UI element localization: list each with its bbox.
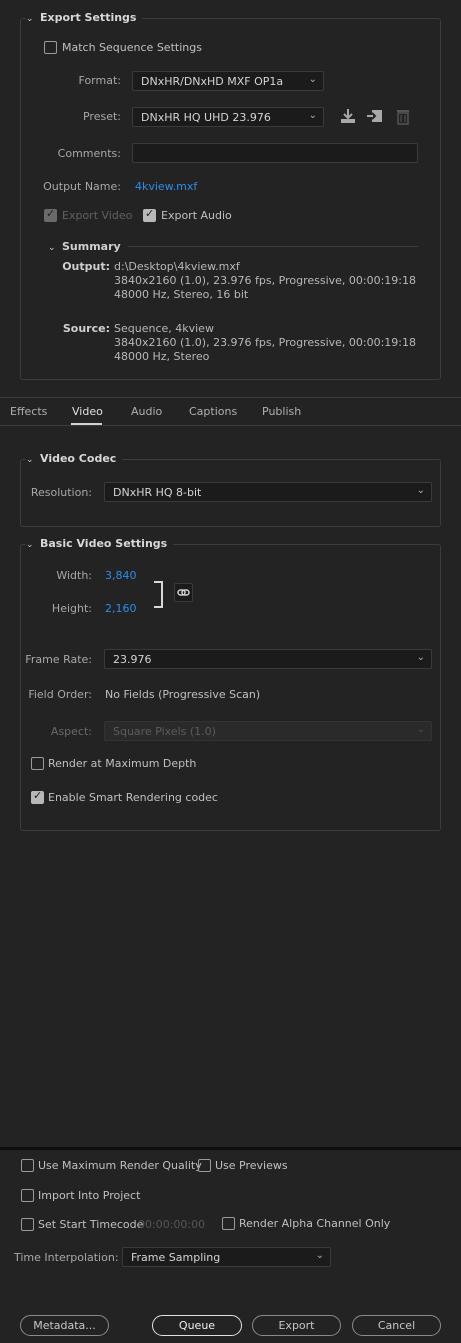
tab-effects[interactable]: Effects bbox=[10, 405, 47, 418]
export-video-checkbox[interactable] bbox=[44, 207, 57, 222]
tab-captions[interactable]: Captions bbox=[189, 405, 237, 418]
summary-header[interactable]: ⌄ Summary bbox=[48, 240, 121, 253]
import-project-label: Import Into Project bbox=[38, 1189, 141, 1202]
chevron-down-icon: ⌄ bbox=[48, 243, 56, 253]
summary-output-key: Output: bbox=[62, 260, 110, 273]
summary-output-line-1: d:\Desktop\4kview.mxf bbox=[114, 260, 240, 273]
aspect-value: Square Pixels (1.0) bbox=[113, 725, 216, 738]
aspect-label: Aspect: bbox=[50, 725, 92, 738]
summary-output-line-2: 3840x2160 (1.0), 23.976 fps, Progressive… bbox=[114, 274, 417, 287]
frame-rate-value: 23.976 bbox=[113, 653, 152, 666]
format-dropdown[interactable]: DNxHR/DNxHD MXF OP1a ⌄ bbox=[132, 71, 324, 91]
aspect-dropdown[interactable]: Square Pixels (1.0) ⌄ bbox=[104, 721, 432, 741]
render-max-depth-label: Render at Maximum Depth bbox=[48, 757, 197, 770]
video-codec-header[interactable]: ⌄ Video Codec bbox=[26, 452, 123, 465]
resolution-dropdown[interactable]: DNxHR HQ 8-bit ⌄ bbox=[104, 482, 432, 502]
tab-bar-bottom-divider bbox=[0, 425, 461, 426]
summary-divider bbox=[128, 246, 418, 247]
video-codec-title: Video Codec bbox=[40, 452, 117, 465]
import-icon[interactable] bbox=[366, 107, 384, 129]
metadata-button[interactable]: Metadata... bbox=[20, 1315, 109, 1336]
match-sequence-checkbox[interactable] bbox=[44, 41, 57, 54]
import-project-checkbox[interactable] bbox=[21, 1189, 34, 1202]
tab-publish[interactable]: Publish bbox=[262, 405, 301, 418]
basic-video-header[interactable]: ⌄ Basic Video Settings bbox=[26, 537, 174, 550]
max-render-quality-checkbox[interactable] bbox=[21, 1159, 34, 1172]
tab-bar-top-divider bbox=[0, 397, 461, 398]
cancel-button[interactable]: Cancel bbox=[352, 1315, 441, 1336]
export-settings-title: Export Settings bbox=[40, 11, 137, 24]
height-value[interactable]: 2,160 bbox=[105, 602, 137, 615]
resolution-label: Resolution: bbox=[30, 486, 92, 499]
export-settings-header[interactable]: ⌄ Export Settings bbox=[26, 11, 143, 24]
export-button[interactable]: Export bbox=[252, 1315, 341, 1336]
summary-output-line-3: 48000 Hz, Stereo, 16 bit bbox=[114, 288, 249, 301]
queue-button[interactable]: Queue bbox=[152, 1315, 242, 1336]
chevron-down-icon: ⌄ bbox=[26, 540, 34, 550]
time-interp-dropdown[interactable]: Frame Sampling ⌄ bbox=[122, 1247, 331, 1267]
start-timecode-checkbox[interactable] bbox=[21, 1218, 34, 1231]
render-max-depth-checkbox[interactable] bbox=[31, 757, 44, 770]
match-sequence-label: Match Sequence Settings bbox=[62, 41, 202, 54]
chevron-down-icon: ⌄ bbox=[416, 652, 425, 663]
chevron-down-icon: ⌄ bbox=[26, 455, 34, 465]
comments-field[interactable] bbox=[132, 143, 418, 163]
frame-rate-label: Frame Rate: bbox=[25, 653, 92, 666]
chevron-down-icon: ⌄ bbox=[308, 74, 317, 85]
time-interp-label: Time Interpolation: bbox=[14, 1251, 119, 1264]
export-audio-label: Export Audio bbox=[161, 209, 232, 222]
max-render-quality-label: Use Maximum Render Quality bbox=[38, 1159, 202, 1172]
tab-audio[interactable]: Audio bbox=[131, 405, 162, 418]
chevron-down-icon: ⌄ bbox=[416, 485, 425, 496]
preset-label: Preset: bbox=[82, 110, 121, 123]
time-interp-value: Frame Sampling bbox=[131, 1251, 221, 1264]
chevron-down-icon: ⌄ bbox=[315, 1250, 324, 1261]
export-audio-checkbox[interactable] bbox=[143, 207, 156, 222]
trash-icon[interactable] bbox=[395, 107, 411, 129]
chevron-down-icon: ⌄ bbox=[416, 724, 425, 735]
smart-rendering-checkbox[interactable] bbox=[31, 789, 44, 804]
use-previews-checkbox[interactable] bbox=[198, 1159, 211, 1172]
preset-value: DNxHR HQ UHD 23.976 bbox=[141, 111, 271, 124]
start-timecode-value[interactable]: 00:00:00:00 bbox=[138, 1218, 205, 1231]
comments-label: Comments: bbox=[57, 147, 121, 160]
export-video-label: Export Video bbox=[62, 209, 133, 222]
format-value: DNxHR/DNxHD MXF OP1a bbox=[141, 75, 284, 88]
preset-dropdown[interactable]: DNxHR HQ UHD 23.976 ⌄ bbox=[132, 107, 324, 127]
alpha-only-checkbox[interactable] bbox=[222, 1217, 235, 1230]
summary-source-key: Source: bbox=[62, 322, 110, 335]
summary-source-line-2: 3840x2160 (1.0), 23.976 fps, Progressive… bbox=[114, 336, 417, 349]
chevron-down-icon: ⌄ bbox=[26, 14, 34, 24]
alpha-only-label: Render Alpha Channel Only bbox=[239, 1217, 391, 1230]
resolution-value: DNxHR HQ 8-bit bbox=[113, 486, 202, 499]
bottom-panel-divider bbox=[0, 1147, 461, 1150]
summary-source-line-3: 48000 Hz, Stereo bbox=[114, 350, 210, 363]
link-chain-icon[interactable] bbox=[174, 583, 193, 602]
summary-source-line-1: Sequence, 4kview bbox=[114, 322, 214, 335]
width-value[interactable]: 3,840 bbox=[105, 569, 137, 582]
start-timecode-label: Set Start Timecode bbox=[38, 1218, 144, 1231]
basic-video-title: Basic Video Settings bbox=[40, 537, 168, 550]
width-label: Width: bbox=[56, 569, 92, 582]
output-name-link[interactable]: 4kview.mxf bbox=[135, 180, 197, 193]
tab-video[interactable]: Video bbox=[72, 405, 103, 418]
link-bracket bbox=[154, 581, 163, 608]
field-order-label: Field Order: bbox=[28, 688, 92, 701]
height-label: Height: bbox=[51, 602, 92, 615]
summary-title: Summary bbox=[62, 240, 121, 253]
chevron-down-icon: ⌄ bbox=[308, 110, 317, 121]
output-name-label: Output Name: bbox=[43, 180, 121, 193]
smart-rendering-label: Enable Smart Rendering codec bbox=[48, 791, 218, 804]
download-icon[interactable] bbox=[339, 107, 357, 129]
frame-rate-dropdown[interactable]: 23.976 ⌄ bbox=[104, 649, 432, 669]
use-previews-label: Use Previews bbox=[215, 1159, 288, 1172]
format-label: Format: bbox=[78, 74, 121, 87]
field-order-value: No Fields (Progressive Scan) bbox=[105, 688, 261, 701]
